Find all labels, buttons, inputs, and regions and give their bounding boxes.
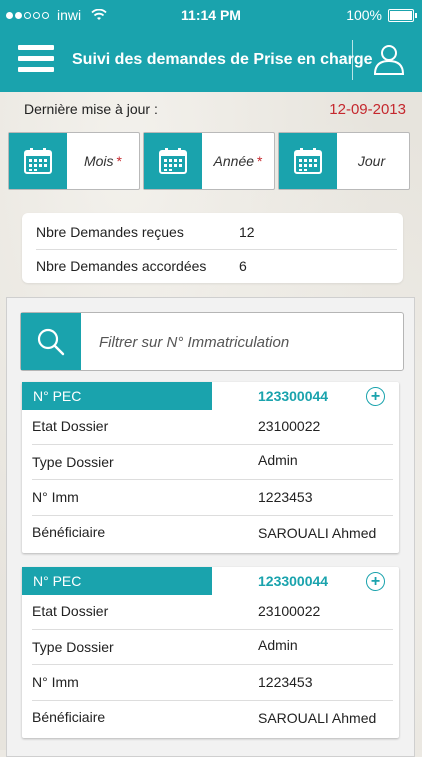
expand-plus-icon[interactable]: + [366, 387, 385, 406]
year-label: Année * [213, 153, 263, 169]
divider [32, 479, 393, 480]
required-marker: * [257, 153, 263, 169]
stats-value: 12 [239, 224, 255, 240]
pec-card: N° PEC 123300044 + Etat Dossier 23100022… [22, 567, 399, 738]
status-bar: inwi 11:14 PM 100% [0, 0, 422, 30]
calendar-icon [9, 133, 67, 189]
row-type-dossier: Type Dossier Admin [32, 452, 399, 490]
status-right: 100% [346, 7, 417, 23]
row-n-imm: N° Imm 1223453 [32, 674, 399, 710]
search-icon[interactable] [21, 313, 81, 370]
stats-label: Nbre Demandes accordées [36, 258, 207, 274]
row-n-imm: N° Imm 1223453 [32, 489, 399, 525]
row-label: Etat Dossier [32, 603, 109, 619]
day-label: Jour [357, 153, 386, 169]
row-value: 23100022 [258, 603, 321, 619]
pec-label: N° PEC [22, 567, 212, 595]
row-value: SAROUALI Ahmed [258, 710, 377, 726]
battery-percent: 100% [346, 7, 382, 23]
header-divider [352, 40, 353, 80]
divider [32, 664, 393, 665]
row-value: SAROUALI Ahmed [258, 525, 377, 541]
page-title: Suivi des demandes de Prise en charge [72, 51, 373, 68]
app-header: inwi 11:14 PM 100% Suivi des demandes de… [0, 0, 422, 92]
stats-row-received: Nbre Demandes reçues 12 [36, 214, 403, 249]
row-value: 1223453 [258, 489, 313, 505]
row-label: N° Imm [32, 489, 79, 505]
hamburger-menu-icon[interactable] [18, 45, 54, 73]
stats-summary: Nbre Demandes reçues 12 Nbre Demandes ac… [22, 213, 403, 283]
row-type-dossier: Type Dossier Admin [32, 637, 399, 675]
divider [32, 515, 393, 516]
divider [32, 444, 393, 445]
pec-label: N° PEC [22, 382, 212, 410]
row-label: Bénéficiaire [32, 709, 106, 725]
card-header: N° PEC 123300044 + [22, 567, 399, 595]
row-etat-dossier: Etat Dossier 23100022 [32, 418, 399, 454]
row-label: Type Dossier [32, 639, 114, 655]
divider [32, 700, 393, 701]
month-label: Mois * [83, 153, 122, 169]
pec-number: 123300044 [258, 573, 329, 589]
pec-card: N° PEC 123300044 + Etat Dossier 23100022… [22, 382, 399, 553]
row-label: Etat Dossier [32, 418, 109, 434]
row-beneficiaire: Bénéficiaire SAROUALI Ahmed [32, 709, 399, 745]
last-update-date: 12-09-2013 [329, 101, 406, 118]
stats-value: 6 [239, 258, 247, 274]
row-value: Admin [258, 452, 298, 468]
year-picker[interactable]: Année * [143, 132, 275, 190]
search-input[interactable] [97, 313, 397, 372]
stats-row-accepted: Nbre Demandes accordées 6 [36, 248, 403, 283]
calendar-icon [279, 133, 337, 189]
row-label: Type Dossier [32, 454, 114, 470]
card-header: N° PEC 123300044 + [22, 382, 399, 410]
stats-label: Nbre Demandes reçues [36, 224, 184, 240]
row-value: Admin [258, 637, 298, 653]
calendar-icon [144, 133, 202, 189]
month-picker[interactable]: Mois * [8, 132, 140, 190]
row-value: 1223453 [258, 674, 313, 690]
last-update-label: Dernière mise à jour : [24, 101, 158, 117]
row-label: Bénéficiaire [32, 524, 106, 540]
row-etat-dossier: Etat Dossier 23100022 [32, 603, 399, 639]
row-beneficiaire: Bénéficiaire SAROUALI Ahmed [32, 524, 399, 560]
row-value: 23100022 [258, 418, 321, 434]
pec-number: 123300044 [258, 388, 329, 404]
required-marker: * [116, 153, 122, 169]
divider [32, 629, 393, 630]
expand-plus-icon[interactable]: + [366, 572, 385, 591]
search-bar [20, 312, 404, 372]
battery-icon [388, 8, 417, 22]
row-label: N° Imm [32, 674, 79, 690]
user-profile-icon[interactable] [372, 42, 406, 76]
day-picker[interactable]: Jour [278, 132, 410, 190]
